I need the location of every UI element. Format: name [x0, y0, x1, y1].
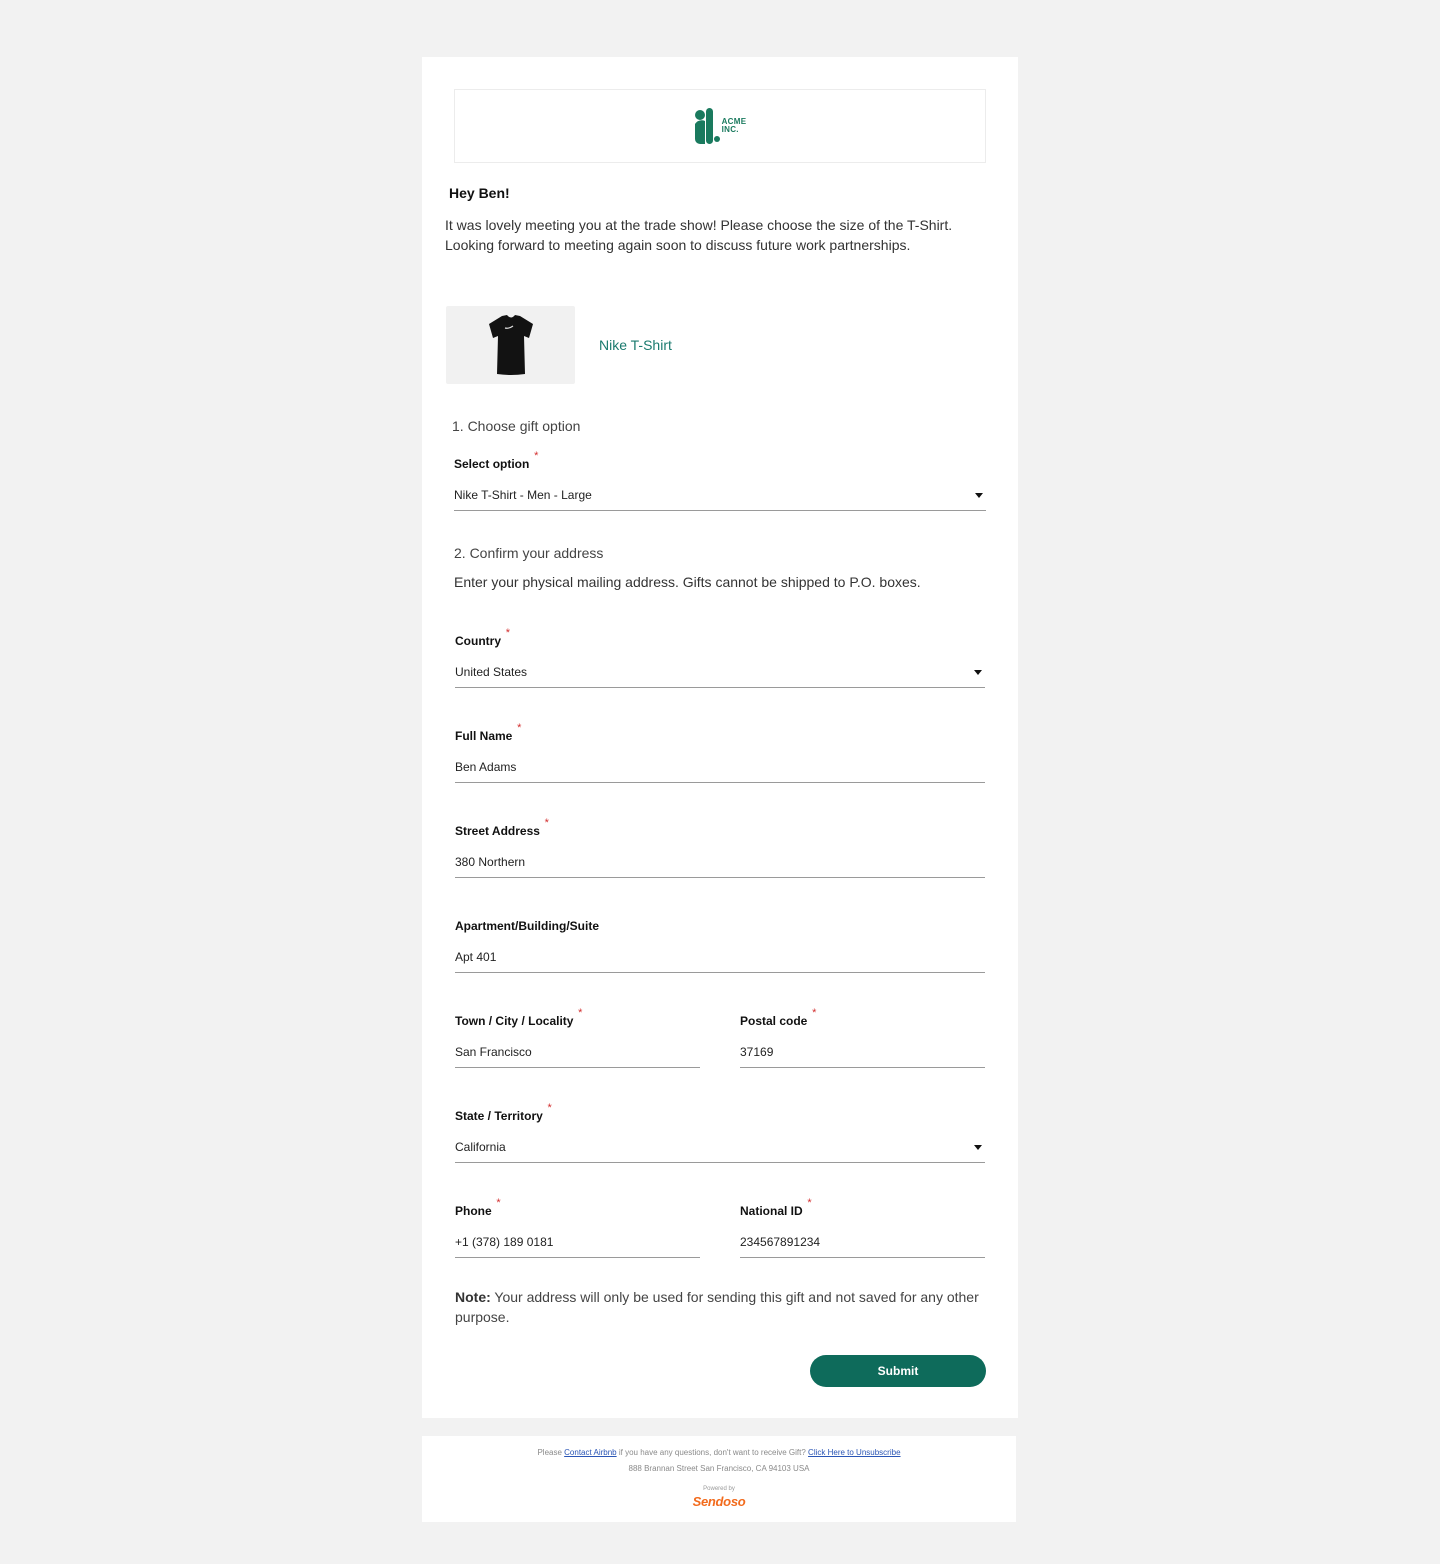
privacy-note: Note: Your address will only be used for…	[455, 1287, 985, 1327]
footer: Please Contact Airbnb if you have any qu…	[422, 1436, 1016, 1522]
gift-option-field: Select option * Nike T-Shirt - Men - Larg…	[454, 450, 986, 511]
street-address-input[interactable]: 380 Northern	[455, 845, 985, 878]
footer-text-mid: if you have any questions, don't want to…	[616, 1448, 809, 1457]
gift-option-select[interactable]: Nike T-Shirt - Men - Large	[454, 478, 986, 511]
country-label: Country *	[455, 627, 510, 648]
city-input[interactable]: San Francisco	[455, 1035, 700, 1068]
contact-link[interactable]: Contact Airbnb	[564, 1448, 616, 1457]
product-name[interactable]: Nike T-Shirt	[599, 337, 672, 353]
full-name-input[interactable]: Ben Adams	[455, 750, 985, 783]
national-id-value: 234567891234	[740, 1235, 821, 1249]
section-gift-option-title: 1. Choose gift option	[452, 418, 581, 434]
required-mark: *	[534, 450, 539, 462]
street-address-value: 380 Northern	[455, 855, 526, 869]
required-mark: *	[544, 817, 549, 829]
street-address-field: Street Address * 380 Northern	[455, 817, 985, 878]
state-field: State / Territory * California	[455, 1102, 985, 1163]
required-mark: *	[505, 627, 510, 639]
phone-input[interactable]: +1 (378) 189 0181	[455, 1225, 700, 1258]
acme-logo-mark-icon	[694, 108, 720, 144]
full-name-field: Full Name * Ben Adams	[455, 722, 985, 783]
powered-by-label: Powered by	[703, 1486, 735, 1492]
intro-message: It was lovely meeting you at the trade s…	[445, 217, 953, 253]
greeting: Hey Ben!	[449, 185, 510, 201]
postal-code-input[interactable]: 37169	[740, 1035, 985, 1068]
country-value: United States	[455, 665, 528, 679]
state-value: California	[455, 1140, 506, 1154]
city-label: Town / City / Locality *	[455, 1007, 583, 1028]
apartment-input[interactable]: Apt 401	[455, 940, 985, 973]
dropdown-caret-icon	[974, 1145, 982, 1150]
required-mark: *	[807, 1197, 812, 1209]
country-select[interactable]: United States	[455, 655, 985, 688]
required-mark: *	[578, 1007, 583, 1019]
required-mark: *	[547, 1102, 552, 1114]
street-address-label: Street Address *	[455, 817, 549, 838]
full-name-value: Ben Adams	[455, 760, 517, 774]
full-name-label: Full Name *	[455, 722, 522, 743]
gift-card: ACME INC. Hey Ben! It was lovely meeting…	[422, 57, 1018, 1418]
apartment-label: Apartment/Building/Suite	[455, 919, 599, 933]
required-mark: *	[496, 1197, 501, 1209]
country-field: Country * United States	[455, 627, 985, 688]
footer-text-pre: Please	[537, 1448, 565, 1457]
address-description: Enter your physical mailing address. Gif…	[454, 574, 921, 590]
apartment-value: Apt 401	[455, 950, 497, 964]
required-mark: *	[517, 722, 522, 734]
note-text: Your address will only be used for sendi…	[455, 1289, 979, 1325]
postal-code-field: Postal code * 37169	[740, 1007, 985, 1068]
national-id-label: National ID *	[740, 1197, 812, 1218]
gift-option-value: Nike T-Shirt - Men - Large	[454, 488, 592, 502]
phone-value: +1 (378) 189 0181	[455, 1235, 554, 1249]
postal-code-label: Postal code *	[740, 1007, 817, 1028]
footer-address: 888 Brannan Street San Francisco, CA 941…	[628, 1464, 810, 1473]
acme-logo: ACME INC.	[694, 108, 747, 144]
section-address-title: 2. Confirm your address	[454, 545, 604, 561]
city-value: San Francisco	[455, 1045, 532, 1059]
phone-field: Phone * +1 (378) 189 0181	[455, 1197, 700, 1258]
tshirt-icon	[488, 315, 533, 375]
apartment-field: Apartment/Building/Suite Apt 401	[455, 917, 985, 973]
dropdown-caret-icon	[975, 493, 983, 498]
required-mark: *	[812, 1007, 817, 1019]
logo-banner: ACME INC.	[454, 89, 986, 163]
gift-option-label: Select option *	[454, 450, 539, 471]
footer-contact-line: Please Contact Airbnb if you have any qu…	[422, 1448, 1016, 1457]
national-id-field: National ID * 234567891234	[740, 1197, 985, 1258]
note-label: Note:	[455, 1289, 491, 1305]
state-label: State / Territory *	[455, 1102, 552, 1123]
state-select[interactable]: California	[455, 1130, 985, 1163]
logo-text: ACME INC.	[722, 118, 747, 134]
phone-label: Phone *	[455, 1197, 501, 1218]
postal-code-value: 37169	[740, 1045, 774, 1059]
unsubscribe-link[interactable]: Click Here to Unsubscribe	[808, 1448, 900, 1457]
product-image	[446, 306, 575, 384]
submit-button[interactable]: Submit	[810, 1355, 986, 1387]
national-id-input[interactable]: 234567891234	[740, 1225, 985, 1258]
dropdown-caret-icon	[974, 670, 982, 675]
logo-text-line2: INC.	[721, 125, 739, 134]
city-field: Town / City / Locality * San Francisco	[455, 1007, 700, 1068]
sendoso-logo[interactable]: Sendoso	[422, 1494, 1016, 1509]
